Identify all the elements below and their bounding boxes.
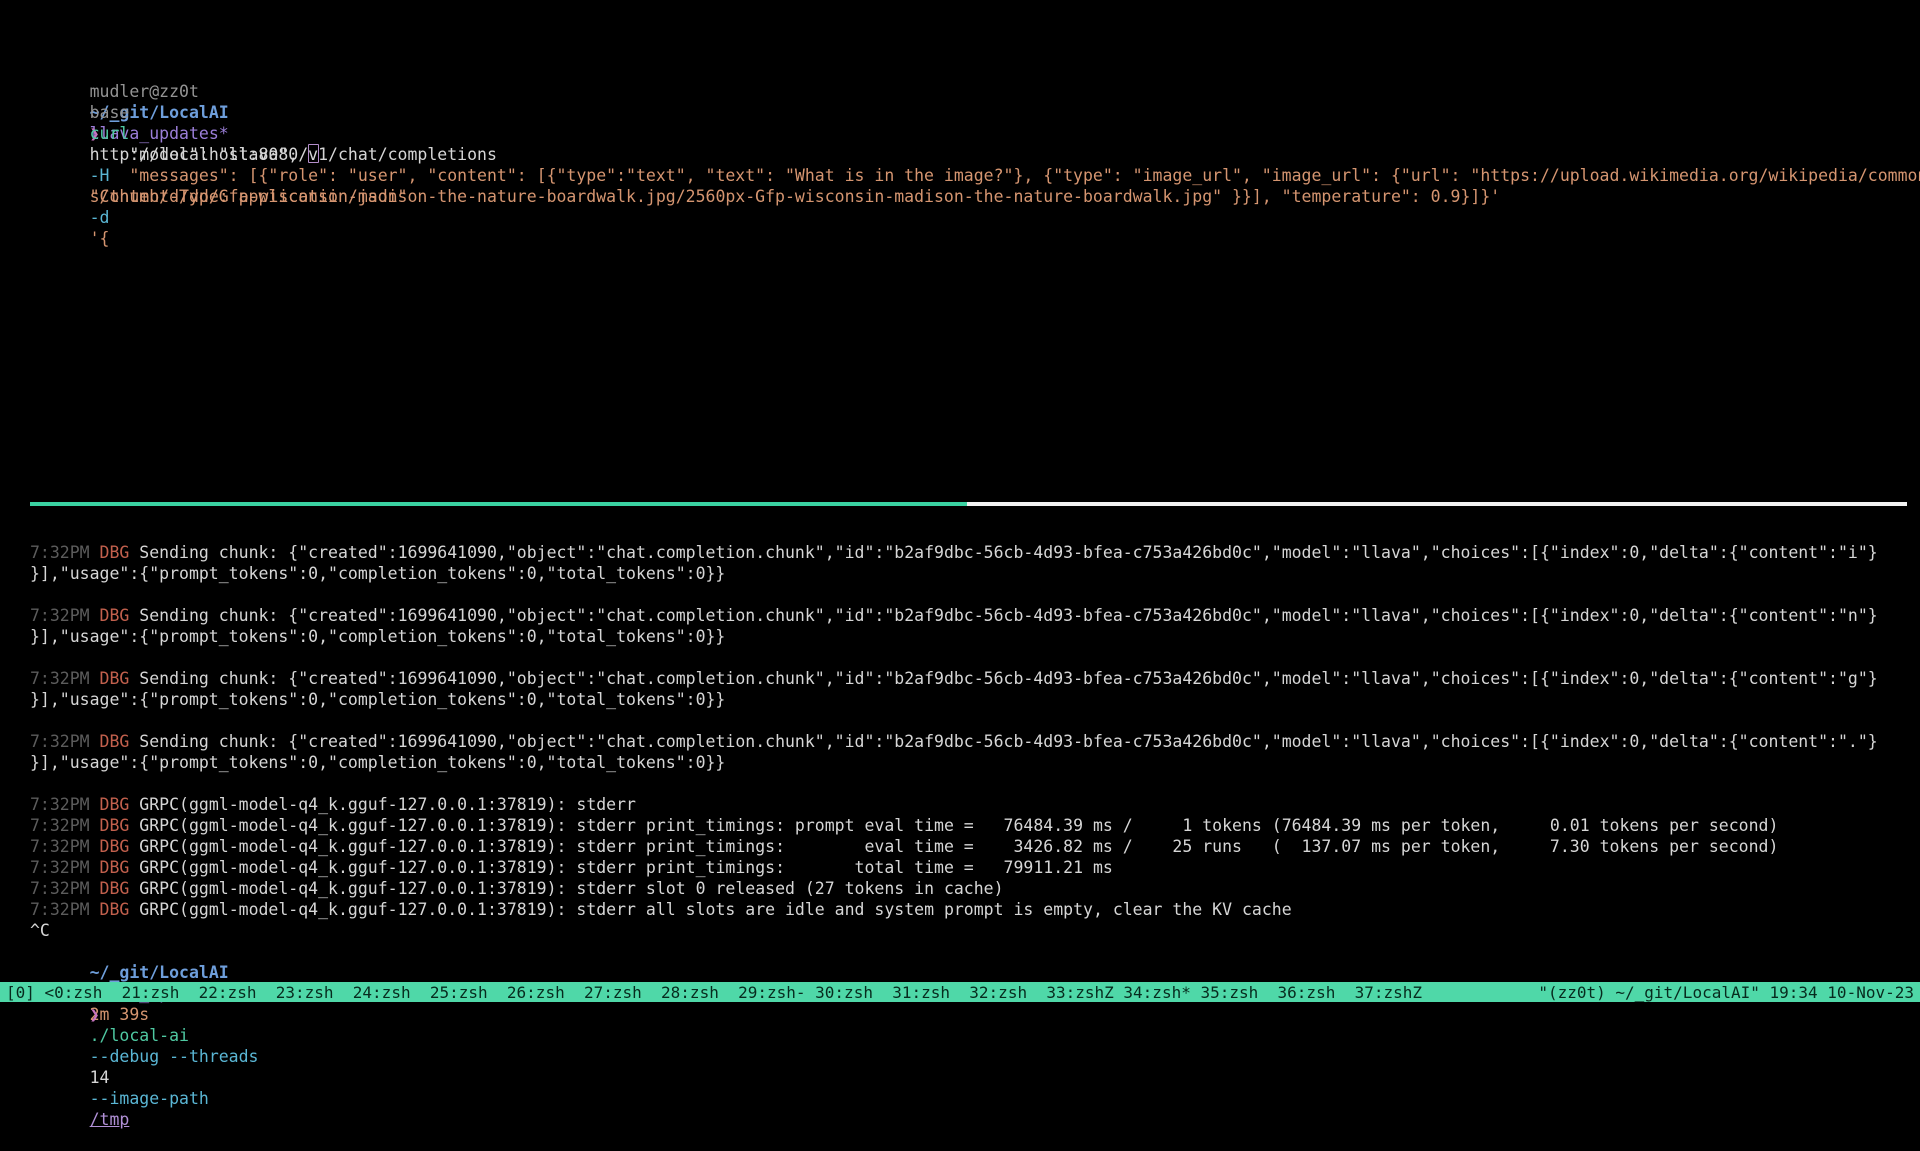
cwd-path: ~/_git/LocalAI	[90, 963, 239, 982]
log-line: }],"usage":{"prompt_tokens":0,"completio…	[30, 689, 1916, 710]
blank-line	[30, 584, 1916, 605]
sigint-text: ^C	[30, 921, 50, 940]
log-timestamp: 7:32PM	[30, 816, 100, 835]
log-timestamp: 7:32PM	[30, 669, 100, 688]
tmux-window-list[interactable]: <0:zsh 21:zsh 22:zsh 23:zsh 24:zsh 25:zs…	[45, 983, 1423, 1002]
log-timestamp: 7:32PM	[30, 900, 100, 919]
log-text: Sending chunk: {"created":1699641090,"ob…	[139, 606, 1877, 625]
blank-line	[30, 647, 1916, 668]
log-timestamp: 7:32PM	[30, 606, 100, 625]
tmux-status-left: [0] <0:zsh 21:zsh 22:zsh 23:zsh 24:zsh 2…	[6, 982, 1422, 1003]
log-timestamp: 7:32PM	[30, 879, 100, 898]
log-line: }],"usage":{"prompt_tokens":0,"completio…	[30, 563, 1916, 584]
messages-json-text-1: "messages": [{"role": "user", "content":…	[90, 166, 1920, 185]
log-line: 7:32PM DBG Sending chunk: {"created":169…	[30, 542, 1916, 563]
command-flags: --debug --threads	[90, 1047, 269, 1066]
prompt-arrow-icon: ❯	[90, 1005, 110, 1024]
flag-d: -d	[90, 208, 120, 227]
log-level-badge: DBG	[100, 732, 140, 751]
image-path-flag: --image-path	[90, 1089, 219, 1108]
local-ai-command-line: base ❯ ./local-ai --debug --threads 14 -…	[30, 962, 1916, 983]
user-host: mudler@zz0t	[90, 82, 209, 101]
threads-value: 14	[90, 1068, 120, 1087]
log-level-badge: DBG	[100, 900, 140, 919]
log-level-badge: DBG	[100, 795, 140, 814]
log-text: }],"usage":{"prompt_tokens":0,"completio…	[30, 690, 725, 709]
tmux-session-badge: [0]	[6, 983, 45, 1002]
venv-label: base	[90, 103, 140, 122]
log-timestamp: 7:32PM	[30, 795, 100, 814]
log-text: GRPC(ggml-model-q4_k.gguf-127.0.0.1:3781…	[139, 837, 1778, 856]
blank-line	[30, 773, 1916, 794]
json-model-line: "model": "llava",	[30, 123, 1916, 144]
log-timestamp: 7:32PM	[30, 858, 100, 877]
log-line: 7:32PM DBG Sending chunk: {"created":169…	[30, 668, 1916, 689]
shell-pane: mudler@zz0t ~/_git/LocalAI llava_updates…	[30, 60, 1916, 186]
log-line: 7:32PM DBG GRPC(ggml-model-q4_k.gguf-127…	[30, 794, 1916, 815]
messages-json-text-2: s/thumb/d/dd/Gfp-wisconsin-madison-the-n…	[90, 187, 1501, 206]
json-open: '{	[90, 229, 110, 248]
terminal-cursor	[308, 144, 319, 163]
pane-divider	[30, 502, 1907, 506]
log-text: GRPC(ggml-model-q4_k.gguf-127.0.0.1:3781…	[139, 816, 1778, 835]
log-line: 7:32PM DBG Sending chunk: {"created":169…	[30, 731, 1916, 752]
log-line: }],"usage":{"prompt_tokens":0,"completio…	[30, 752, 1916, 773]
log-level-badge: DBG	[100, 669, 140, 688]
prompt-line: base ❯	[30, 81, 1916, 102]
log-level-badge: DBG	[100, 837, 140, 856]
log-timestamp: 7:32PM	[30, 543, 100, 562]
prompt-context-line: mudler@zz0t ~/_git/LocalAI llava_updates…	[30, 60, 1916, 81]
log-text: GRPC(ggml-model-q4_k.gguf-127.0.0.1:3781…	[139, 879, 1003, 898]
log-line: 7:32PM DBG GRPC(ggml-model-q4_k.gguf-127…	[30, 815, 1916, 836]
log-line: 7:32PM DBG GRPC(ggml-model-q4_k.gguf-127…	[30, 836, 1916, 857]
terminal[interactable]: mudler@zz0t ~/_git/LocalAI llava_updates…	[0, 0, 1920, 1032]
log-line: 7:32PM DBG GRPC(ggml-model-q4_k.gguf-127…	[30, 878, 1916, 899]
prompt-context-line: ~/_git/LocalAI llava_updates* 2m 39s	[30, 941, 1916, 962]
log-text: GRPC(ggml-model-q4_k.gguf-127.0.0.1:3781…	[139, 900, 1291, 919]
log-text: GRPC(ggml-model-q4_k.gguf-127.0.0.1:3781…	[139, 795, 636, 814]
log-text: }],"usage":{"prompt_tokens":0,"completio…	[30, 564, 725, 583]
log-line: 7:32PM DBG Sending chunk: {"created":169…	[30, 605, 1916, 626]
log-line: 7:32PM DBG GRPC(ggml-model-q4_k.gguf-127…	[30, 857, 1916, 878]
log-line: 7:32PM DBG GRPC(ggml-model-q4_k.gguf-127…	[30, 899, 1916, 920]
pane-divider-active-segment	[30, 502, 967, 506]
log-text: Sending chunk: {"created":1699641090,"ob…	[139, 669, 1877, 688]
log-text: }],"usage":{"prompt_tokens":0,"completio…	[30, 753, 725, 772]
log-level-badge: DBG	[100, 816, 140, 835]
command-binary: curl	[90, 124, 140, 143]
log-text: Sending chunk: {"created":1699641090,"ob…	[139, 543, 1877, 562]
model-json-text: "model": "llava",	[90, 145, 309, 164]
image-path-value: /tmp	[90, 1110, 130, 1129]
log-level-badge: DBG	[100, 606, 140, 625]
sigint-line: ^C	[30, 920, 1916, 941]
log-text: GRPC(ggml-model-q4_k.gguf-127.0.0.1:3781…	[139, 858, 1113, 877]
log-level-badge: DBG	[100, 879, 140, 898]
pane-divider-inactive-segment	[967, 502, 1907, 506]
tmux-status-bar: [0] <0:zsh 21:zsh 22:zsh 23:zsh 24:zsh 2…	[0, 982, 1920, 1002]
log-pane: 7:32PM DBG Sending chunk: {"created":169…	[30, 542, 1916, 983]
command-binary: ./local-ai	[90, 1026, 199, 1045]
log-text: Sending chunk: {"created":1699641090,"ob…	[139, 732, 1877, 751]
curl-command-line: curl http://localhost:8080/v1/chat/compl…	[30, 102, 1916, 123]
log-text: }],"usage":{"prompt_tokens":0,"completio…	[30, 627, 725, 646]
tmux-status-right: "(zz0t) ~/_git/LocalAI" 19:34 10-Nov-23	[1538, 982, 1914, 1003]
log-line: }],"usage":{"prompt_tokens":0,"completio…	[30, 626, 1916, 647]
log-level-badge: DBG	[100, 858, 140, 877]
log-timestamp: 7:32PM	[30, 732, 100, 751]
log-timestamp: 7:32PM	[30, 837, 100, 856]
blank-line	[30, 710, 1916, 731]
log-level-badge: DBG	[100, 543, 140, 562]
